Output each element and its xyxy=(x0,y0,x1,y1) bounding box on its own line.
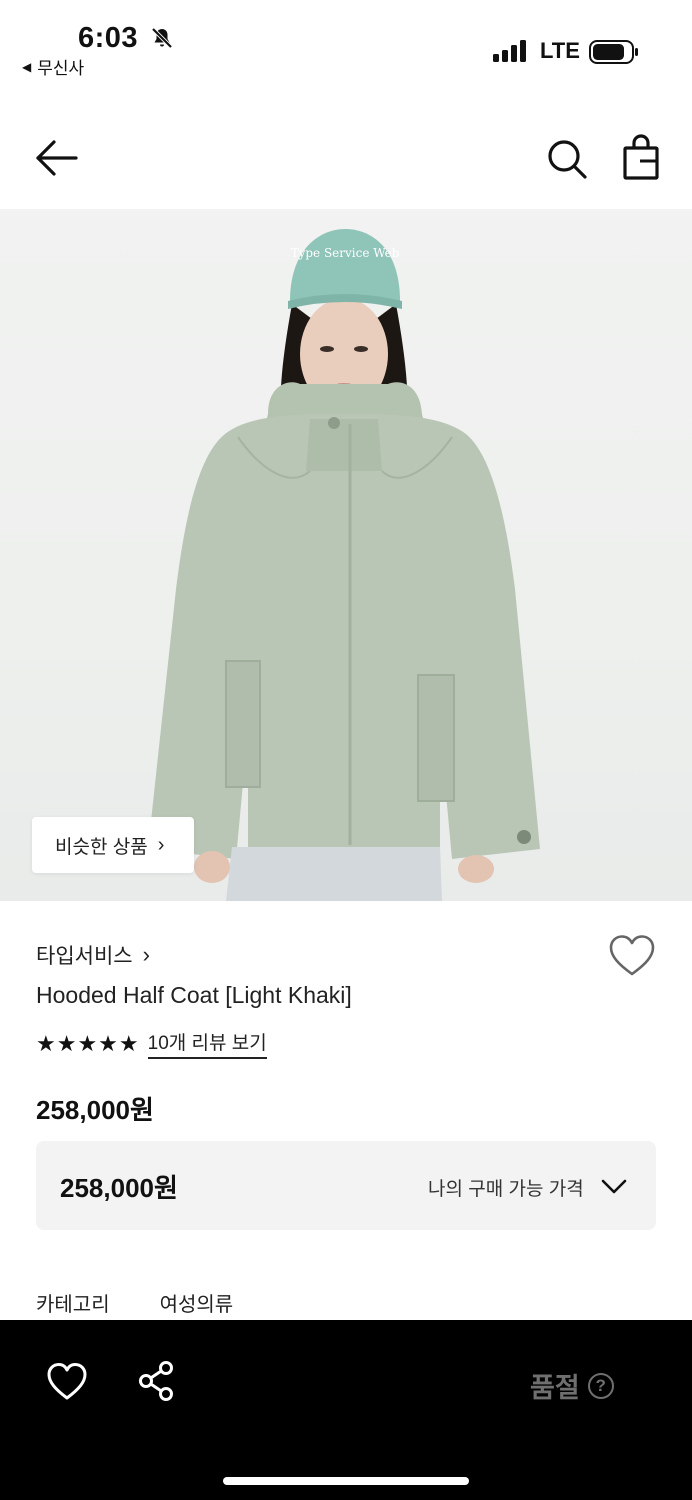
chevron-right-icon: › xyxy=(157,833,165,856)
top-navigation xyxy=(0,110,692,206)
network-type: LTE xyxy=(540,38,580,63)
brand-name: 타입서비스 xyxy=(36,945,133,968)
search-icon[interactable] xyxy=(544,136,590,182)
signal-icon xyxy=(493,40,526,62)
category-value[interactable]: 여성의류 xyxy=(160,1288,234,1317)
my-price-value: 258,000원 xyxy=(60,1173,178,1203)
back-arrow-icon[interactable] xyxy=(30,136,82,180)
product-title: Hooded Half Coat [Light Khaki] xyxy=(36,982,352,1008)
home-indicator[interactable] xyxy=(223,1477,469,1485)
category-row: 카테고리 여성의류 xyxy=(36,1288,233,1317)
soldout-status: 품절 ? xyxy=(530,1366,614,1405)
rating-row: ★★★★★ 10개 리뷰 보기 xyxy=(36,1028,267,1059)
shopping-bag-icon[interactable] xyxy=(620,134,662,182)
my-purchase-price-dropdown[interactable]: 258,000원 나의 구매 가능 가격 xyxy=(36,1141,656,1230)
bell-muted-icon xyxy=(151,27,173,49)
wishlist-heart-icon[interactable] xyxy=(608,934,656,978)
product-image[interactable]: Type Service Web 비슷한 상품 › xyxy=(0,209,692,901)
battery-icon xyxy=(589,40,638,64)
similar-products-button[interactable]: 비슷한 상품 › xyxy=(32,817,194,873)
review-link[interactable]: 10개 리뷰 보기 xyxy=(147,1028,267,1059)
product-price: 258,000원 xyxy=(36,1095,154,1125)
chevron-right-icon: › xyxy=(142,942,150,967)
star-rating-icon: ★★★★★ xyxy=(36,1030,140,1056)
status-bar: 6:03 ◀ 무신사 LTE xyxy=(0,0,692,90)
back-triangle-icon: ◀ xyxy=(22,59,32,74)
cap-logo-text: Type Service Web xyxy=(291,246,400,260)
back-to-app-link[interactable]: ◀ 무신사 xyxy=(22,54,84,79)
bottom-action-bar: 품절 ? xyxy=(0,1320,692,1500)
category-label: 카테고리 xyxy=(36,1294,110,1316)
share-icon[interactable] xyxy=(138,1360,176,1402)
status-time: 6:03 xyxy=(78,22,139,54)
model-illustration: Type Service Web xyxy=(148,229,540,901)
similar-products-label: 비슷한 상품 xyxy=(55,836,148,858)
brand-link[interactable]: 타입서비스 › xyxy=(36,940,150,970)
heart-outline-icon[interactable] xyxy=(46,1362,88,1402)
soldout-label: 품절 xyxy=(530,1373,580,1403)
back-app-label: 무신사 xyxy=(37,59,85,78)
chevron-down-icon xyxy=(601,1179,627,1194)
my-price-label: 나의 구매 가능 가격 xyxy=(428,1179,584,1200)
help-icon[interactable]: ? xyxy=(587,1372,614,1399)
